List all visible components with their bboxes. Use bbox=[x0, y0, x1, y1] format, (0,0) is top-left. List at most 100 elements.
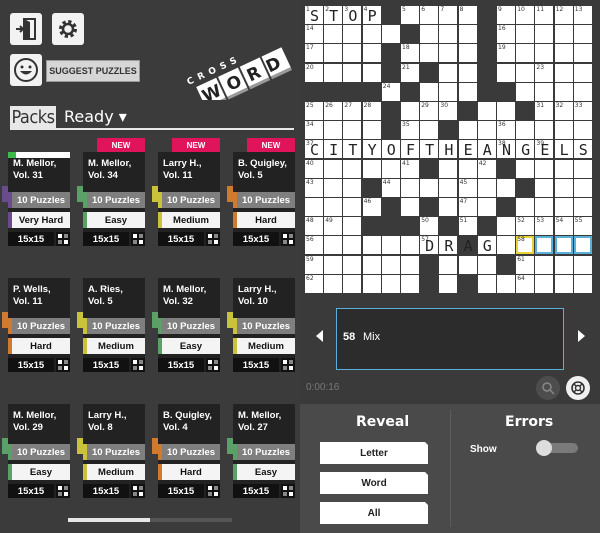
grid-cell[interactable] bbox=[362, 255, 381, 274]
grid-cell[interactable]: 31 bbox=[535, 102, 554, 120]
grid-cell[interactable]: 51 bbox=[458, 217, 477, 236]
grid-cell[interactable]: 41 bbox=[401, 159, 419, 178]
grid-cell[interactable] bbox=[343, 159, 362, 178]
settings-button[interactable] bbox=[52, 13, 84, 45]
grid-cell[interactable]: 47 bbox=[458, 198, 477, 216]
grid-cell[interactable] bbox=[477, 255, 496, 274]
grid-cell[interactable] bbox=[497, 274, 515, 293]
grid-cell[interactable] bbox=[535, 82, 554, 101]
reveal-letter-button[interactable]: Letter bbox=[320, 442, 429, 464]
pack-card[interactable]: Larry H., Vol. 8 10 Puzzles Medium 15x15 bbox=[77, 390, 145, 498]
grid-cell[interactable]: 9 bbox=[497, 6, 515, 24]
grid-cell[interactable]: 54 bbox=[554, 217, 573, 236]
grid-cell[interactable]: 27 bbox=[343, 102, 362, 120]
grid-cell[interactable] bbox=[362, 25, 381, 44]
grid-cell[interactable] bbox=[535, 121, 554, 140]
grid-cell[interactable] bbox=[343, 63, 362, 82]
grid-cell[interactable] bbox=[420, 121, 439, 140]
grid-cell[interactable] bbox=[305, 198, 323, 216]
grid-cell[interactable]: 19 bbox=[497, 44, 515, 63]
grid-cell[interactable] bbox=[516, 198, 535, 216]
grid-cell[interactable] bbox=[458, 25, 477, 44]
grid-cell[interactable] bbox=[554, 63, 573, 82]
grid-cell[interactable]: 53 bbox=[535, 217, 554, 236]
grid-cell[interactable] bbox=[573, 236, 592, 255]
grid-cell[interactable] bbox=[401, 102, 419, 120]
grid-cell[interactable] bbox=[343, 178, 362, 197]
grid-cell[interactable]: 29 bbox=[420, 102, 439, 120]
grid-cell[interactable] bbox=[362, 63, 381, 82]
grid-cell[interactable] bbox=[516, 63, 535, 82]
pack-card[interactable]: M. Mellor, Vol. 32 10 Puzzles Easy 15x15 bbox=[152, 264, 220, 372]
grid-cell[interactable]: 49 bbox=[324, 217, 343, 236]
grid-cell[interactable]: 59 bbox=[305, 255, 323, 274]
grid-cell[interactable] bbox=[573, 82, 592, 101]
grid-cell[interactable] bbox=[420, 178, 439, 197]
grid-cell[interactable] bbox=[343, 274, 362, 293]
grid-cell[interactable] bbox=[554, 198, 573, 216]
grid-cell[interactable] bbox=[516, 159, 535, 178]
grid-cell[interactable] bbox=[554, 255, 573, 274]
grid-cell[interactable] bbox=[439, 159, 458, 178]
grid-cell[interactable] bbox=[535, 255, 554, 274]
grid-cell[interactable] bbox=[381, 25, 400, 44]
grid-cell[interactable] bbox=[343, 25, 362, 44]
grid-cell[interactable]: 48 bbox=[305, 217, 323, 236]
grid-cell[interactable]: 61 bbox=[516, 255, 535, 274]
grid-cell[interactable] bbox=[362, 274, 381, 293]
grid-cell[interactable]: 55 bbox=[573, 217, 592, 236]
grid-cell[interactable] bbox=[343, 121, 362, 140]
grid-cell[interactable]: 11 bbox=[535, 6, 554, 24]
grid-cell[interactable] bbox=[420, 25, 439, 44]
grid-cell[interactable]: 17 bbox=[305, 44, 323, 63]
grid-cell[interactable] bbox=[324, 178, 343, 197]
grid-cell[interactable] bbox=[343, 44, 362, 63]
grid-cell[interactable] bbox=[535, 236, 554, 255]
grid-cell[interactable] bbox=[381, 236, 400, 255]
grid-cell[interactable] bbox=[420, 44, 439, 63]
grid-cell[interactable] bbox=[477, 121, 496, 140]
grid-cell[interactable] bbox=[324, 63, 343, 82]
grid-cell[interactable] bbox=[554, 121, 573, 140]
grid-cell[interactable]: 10 bbox=[516, 6, 535, 24]
grid-cell[interactable] bbox=[439, 25, 458, 44]
grid-cell[interactable]: 34 bbox=[305, 121, 323, 140]
previous-clue-arrow-icon[interactable] bbox=[316, 330, 323, 342]
pack-card[interactable]: NEW B. Quigley, Vol. 5 10 Puzzles Hard 15x15 bbox=[227, 138, 295, 246]
grid-cell[interactable] bbox=[324, 274, 343, 293]
grid-cell[interactable] bbox=[554, 82, 573, 101]
grid-cell[interactable] bbox=[401, 178, 419, 197]
grid-cell[interactable]: 26 bbox=[324, 102, 343, 120]
exit-button[interactable] bbox=[10, 13, 42, 45]
grid-cell[interactable] bbox=[573, 198, 592, 216]
grid-cell[interactable] bbox=[362, 236, 381, 255]
grid-cell[interactable] bbox=[439, 63, 458, 82]
clue-box[interactable]: 58 Mix bbox=[336, 308, 564, 370]
grid-cell[interactable]: 25 bbox=[305, 102, 323, 120]
grid-cell[interactable] bbox=[324, 44, 343, 63]
grid-cell[interactable] bbox=[477, 178, 496, 197]
grid-cell[interactable]: 24 bbox=[381, 82, 400, 101]
grid-cell[interactable] bbox=[477, 274, 496, 293]
grid-cell[interactable] bbox=[535, 198, 554, 216]
grid-cell[interactable] bbox=[324, 236, 343, 255]
grid-cell[interactable] bbox=[497, 63, 515, 82]
grid-cell[interactable]: 5 bbox=[401, 6, 419, 24]
grid-cell[interactable] bbox=[458, 159, 477, 178]
grid-cell[interactable] bbox=[458, 82, 477, 101]
grid-cell[interactable]: 43 bbox=[305, 178, 323, 197]
smiley-button[interactable] bbox=[10, 54, 42, 86]
grid-cell[interactable] bbox=[497, 217, 515, 236]
grid-cell[interactable]: 20 bbox=[305, 63, 323, 82]
grid-cell[interactable]: 18 bbox=[401, 44, 419, 63]
suggest-puzzles-button[interactable]: SUGGEST PUZZLES bbox=[46, 60, 140, 82]
pack-card[interactable]: P. Wells, Vol. 11 10 Puzzles Hard 15x15 bbox=[2, 264, 70, 372]
grid-cell[interactable] bbox=[516, 121, 535, 140]
grid-cell[interactable] bbox=[324, 159, 343, 178]
tab-ready-dropdown[interactable]: Ready ▾ bbox=[64, 106, 127, 128]
grid-cell[interactable]: 14 bbox=[305, 25, 323, 44]
grid-cell[interactable]: 44 bbox=[381, 178, 400, 197]
grid-cell[interactable] bbox=[497, 178, 515, 197]
grid-cell[interactable]: 52 bbox=[516, 217, 535, 236]
grid-cell[interactable] bbox=[343, 198, 362, 216]
